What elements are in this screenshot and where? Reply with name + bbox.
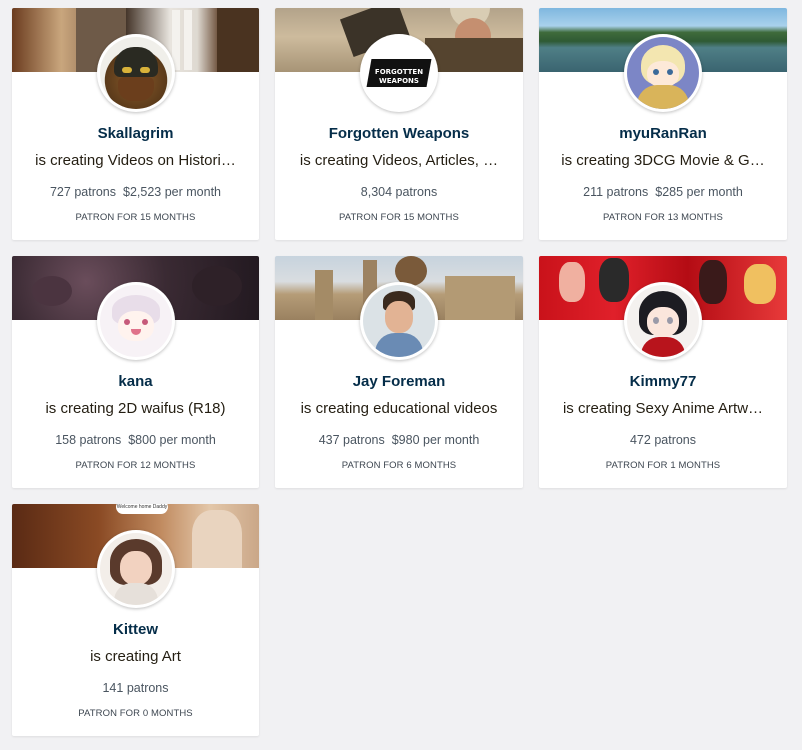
creator-description: is creating Art <box>90 648 181 665</box>
creator-avatar: FORGOTTEN WEAPONS <box>360 34 438 112</box>
creator-avatar <box>96 530 175 608</box>
creator-avatar <box>624 34 702 112</box>
creator-stats: 8,304 patrons <box>275 185 523 199</box>
speech-bubble: Welcome home Daddy <box>116 504 168 514</box>
creator-card-kana[interactable]: kana is creating 2D waifus (R18) 158 pat… <box>12 256 259 488</box>
monthly-earnings: $800 per month <box>128 433 216 447</box>
creator-name[interactable]: Skallagrim <box>12 125 259 142</box>
monthly-earnings: $285 per month <box>655 185 743 199</box>
creator-description: is creating Videos on Histori… <box>35 152 236 169</box>
creator-stats: 472 patrons <box>539 433 787 447</box>
creator-card-kittew[interactable]: Welcome home Daddy Kittew is creating Ar… <box>12 504 259 736</box>
creator-description: is creating educational videos <box>300 400 498 417</box>
creator-card-myuranran[interactable]: myuRanRan is creating 3DCG Movie & G… 21… <box>539 8 787 240</box>
monthly-earnings: $980 per month <box>391 433 480 447</box>
patron-count: 8,304 patrons <box>360 185 438 199</box>
creator-stats: 211 patrons $285 per month <box>539 185 787 199</box>
patron-duration: PATRON FOR 1 MONTHS <box>605 460 721 471</box>
logo-text: FORGOTTEN WEAPONS <box>374 68 424 85</box>
creator-name[interactable]: Jay Foreman <box>275 373 523 390</box>
creator-card-forgotten-weapons[interactable]: FORGOTTEN WEAPONS Forgotten Weapons is c… <box>275 8 523 240</box>
creator-avatar <box>96 34 175 112</box>
creator-name[interactable]: myuRanRan <box>539 125 787 142</box>
creator-card-jay-foreman[interactable]: Jay Foreman is creating educational vide… <box>275 256 523 488</box>
patron-duration: PATRON FOR 0 MONTHS <box>78 708 193 719</box>
patron-count: 727 patrons <box>49 185 117 199</box>
creator-description: is creating 3DCG Movie & G… <box>561 152 765 169</box>
creator-avatar <box>360 282 438 360</box>
patron-duration: PATRON FOR 15 MONTHS <box>75 212 196 223</box>
patron-count: 141 patrons <box>102 681 169 695</box>
creator-name[interactable]: Forgotten Weapons <box>275 125 523 142</box>
creator-name[interactable]: kana <box>12 373 259 390</box>
patron-count: 158 patrons <box>55 433 122 447</box>
patron-duration: PATRON FOR 6 MONTHS <box>341 460 457 471</box>
patron-duration: PATRON FOR 13 MONTHS <box>603 212 723 223</box>
creator-stats: 437 patrons $980 per month <box>275 433 523 447</box>
creator-name[interactable]: Kimmy77 <box>539 373 787 390</box>
patron-count: 437 patrons <box>318 433 385 447</box>
monthly-earnings: $2,523 per month <box>123 185 222 199</box>
patron-duration: PATRON FOR 15 MONTHS <box>339 212 459 223</box>
helmet-avatar-icon <box>113 47 158 77</box>
creator-grid: Skallagrim is creating Videos on Histori… <box>12 8 787 736</box>
creator-stats: 727 patrons $2,523 per month <box>12 185 259 199</box>
creator-card-kimmy77[interactable]: Kimmy77 is creating Sexy Anime Artw… 472… <box>539 256 787 488</box>
creator-card-skallagrim[interactable]: Skallagrim is creating Videos on Histori… <box>12 8 259 240</box>
creator-avatar <box>96 282 175 360</box>
creator-name[interactable]: Kittew <box>12 621 259 638</box>
creator-description: is creating Sexy Anime Artw… <box>562 400 764 417</box>
patron-count: 472 patrons <box>629 433 697 447</box>
creator-description: is creating 2D waifus (R18) <box>45 400 226 417</box>
creator-stats: 141 patrons <box>12 681 259 695</box>
creator-avatar <box>624 282 702 360</box>
creator-stats: 158 patrons $800 per month <box>12 433 259 447</box>
patron-count: 211 patrons <box>583 185 649 199</box>
creator-description: is creating Videos, Articles, … <box>299 152 499 169</box>
patron-duration: PATRON FOR 12 MONTHS <box>75 460 196 471</box>
